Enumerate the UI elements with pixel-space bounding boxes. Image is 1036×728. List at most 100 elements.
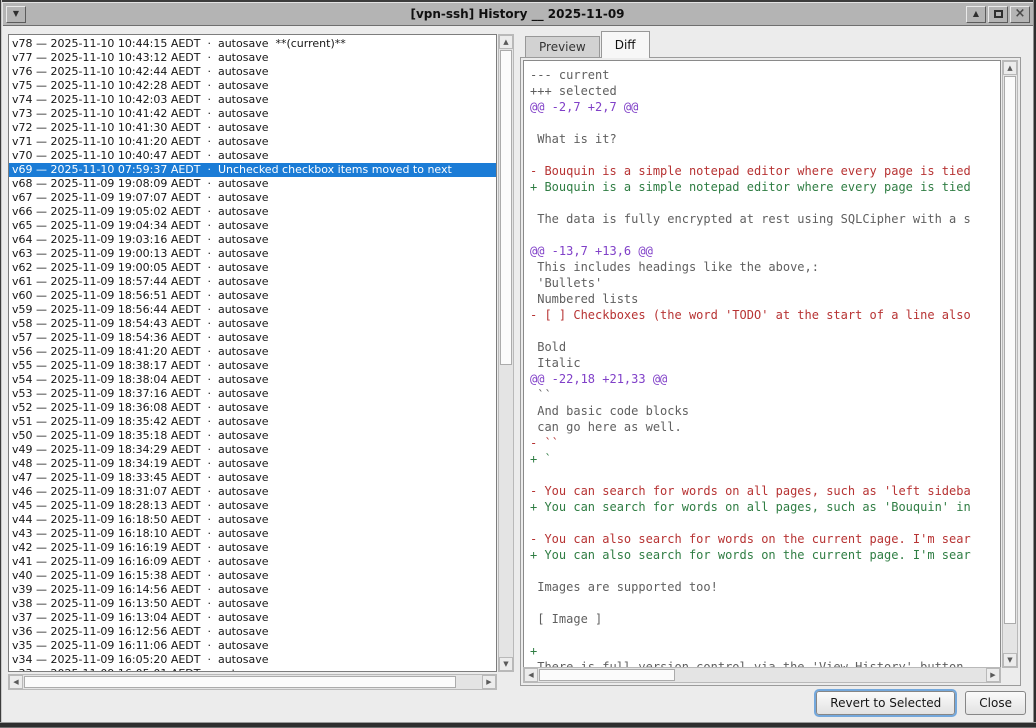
list-item[interactable]: v53 — 2025-11-09 18:37:16 AEDT · autosav… [9, 387, 496, 401]
diff-line: 'Bullets' [530, 275, 1000, 291]
history-horizontal-scrollbar[interactable]: ◀ ▶ [8, 674, 497, 690]
diff-line: - [ ] Checkboxes (the word 'TODO' at the… [530, 307, 1000, 323]
diff-line [530, 195, 1000, 211]
list-item[interactable]: v67 — 2025-11-09 19:07:07 AEDT · autosav… [9, 191, 496, 205]
titlebar[interactable]: ▼ [vpn-ssh] History __ 2025-11-09 ▲ × [2, 2, 1033, 26]
diff-line [530, 227, 1000, 243]
diff-line [530, 627, 1000, 643]
scroll-up-button[interactable]: ▲ [1003, 61, 1017, 75]
list-item[interactable]: v64 — 2025-11-09 19:03:16 AEDT · autosav… [9, 233, 496, 247]
list-item[interactable]: v61 — 2025-11-09 18:57:44 AEDT · autosav… [9, 275, 496, 289]
scroll-down-button[interactable]: ▼ [1003, 653, 1017, 667]
list-item[interactable]: v34 — 2025-11-09 16:05:20 AEDT · autosav… [9, 653, 496, 667]
window-menu-icon: ▼ [13, 10, 19, 18]
window-maximize-button[interactable] [988, 6, 1008, 23]
list-item[interactable]: v77 — 2025-11-10 10:43:12 AEDT · autosav… [9, 51, 496, 65]
diff-line: + ` [530, 451, 1000, 467]
window-frame-bottom [0, 722, 1036, 728]
diff-line: @@ -2,7 +2,7 @@ [530, 99, 1000, 115]
list-item[interactable]: v44 — 2025-11-09 16:18:50 AEDT · autosav… [9, 513, 496, 527]
window-maximize-icon [994, 10, 1003, 18]
arrow-right-icon: ▶ [486, 679, 491, 686]
list-item[interactable]: v65 — 2025-11-09 19:04:34 AEDT · autosav… [9, 219, 496, 233]
diff-text[interactable]: --- current+++ selected@@ -2,7 +2,7 @@ W… [523, 60, 1001, 668]
tab-diff[interactable]: Diff [601, 31, 650, 58]
list-item[interactable]: v54 — 2025-11-09 18:38:04 AEDT · autosav… [9, 373, 496, 387]
list-item[interactable]: v58 — 2025-11-09 18:54:43 AEDT · autosav… [9, 317, 496, 331]
version-listbox[interactable]: v78 — 2025-11-10 10:44:15 AEDT · autosav… [8, 34, 497, 672]
list-item[interactable]: v42 — 2025-11-09 16:16:19 AEDT · autosav… [9, 541, 496, 555]
scroll-right-button[interactable]: ▶ [986, 668, 1000, 682]
list-item[interactable]: v40 — 2025-11-09 16:15:38 AEDT · autosav… [9, 569, 496, 583]
list-item[interactable]: v63 — 2025-11-09 19:00:13 AEDT · autosav… [9, 247, 496, 261]
diff-line: The data is fully encrypted at rest usin… [530, 211, 1000, 227]
list-item[interactable]: v50 — 2025-11-09 18:35:18 AEDT · autosav… [9, 429, 496, 443]
list-item[interactable]: v33 — 2025-11-09 16:05:01 AEDT · autosav… [9, 667, 496, 672]
diff-vertical-scrollbar[interactable]: ▲ ▼ [1002, 60, 1018, 668]
diff-line: @@ -13,7 +13,6 @@ [530, 243, 1000, 259]
list-item[interactable]: v51 — 2025-11-09 18:35:42 AEDT · autosav… [9, 415, 496, 429]
list-item[interactable]: v39 — 2025-11-09 16:14:56 AEDT · autosav… [9, 583, 496, 597]
list-item[interactable]: v68 — 2025-11-09 19:08:09 AEDT · autosav… [9, 177, 496, 191]
scroll-right-button[interactable]: ▶ [482, 675, 496, 689]
window-close-button[interactable]: × [1010, 6, 1030, 23]
list-item[interactable]: v60 — 2025-11-09 18:56:51 AEDT · autosav… [9, 289, 496, 303]
window-frame-left [0, 0, 2, 728]
window-close-icon: × [1015, 7, 1026, 20]
list-item[interactable]: v78 — 2025-11-10 10:44:15 AEDT · autosav… [9, 37, 496, 51]
list-item[interactable]: v52 — 2025-11-09 18:36:08 AEDT · autosav… [9, 401, 496, 415]
scroll-down-button[interactable]: ▼ [499, 657, 513, 671]
list-item[interactable]: v47 — 2025-11-09 18:33:45 AEDT · autosav… [9, 471, 496, 485]
list-item[interactable]: v72 — 2025-11-10 10:41:30 AEDT · autosav… [9, 121, 496, 135]
arrow-down-icon: ▼ [1007, 657, 1012, 664]
diff-hscroll-thumb[interactable] [539, 669, 675, 681]
diff-vscroll-thumb[interactable] [1004, 76, 1016, 624]
list-item[interactable]: v66 — 2025-11-09 19:05:02 AEDT · autosav… [9, 205, 496, 219]
history-hscroll-thumb[interactable] [24, 676, 456, 688]
list-item[interactable]: v37 — 2025-11-09 16:13:04 AEDT · autosav… [9, 611, 496, 625]
list-item[interactable]: v62 — 2025-11-09 19:00:05 AEDT · autosav… [9, 261, 496, 275]
list-item[interactable]: v55 — 2025-11-09 18:38:17 AEDT · autosav… [9, 359, 496, 373]
list-item[interactable]: v59 — 2025-11-09 18:56:44 AEDT · autosav… [9, 303, 496, 317]
window-shade-button[interactable]: ▲ [966, 6, 986, 23]
list-item[interactable]: v35 — 2025-11-09 16:11:06 AEDT · autosav… [9, 639, 496, 653]
diff-line: - You can also search for words on the c… [530, 531, 1000, 547]
list-item[interactable]: v70 — 2025-11-10 10:40:47 AEDT · autosav… [9, 149, 496, 163]
scroll-left-button[interactable]: ◀ [524, 668, 538, 682]
list-item[interactable]: v38 — 2025-11-09 16:13:50 AEDT · autosav… [9, 597, 496, 611]
diff-line: @@ -22,18 +21,33 @@ [530, 371, 1000, 387]
arrow-up-icon: ▲ [1007, 65, 1012, 72]
app-window: ▼ [vpn-ssh] History __ 2025-11-09 ▲ × v7… [0, 0, 1036, 728]
revert-to-selected-button[interactable]: Revert to Selected [816, 691, 955, 715]
list-item[interactable]: v43 — 2025-11-09 16:18:10 AEDT · autosav… [9, 527, 496, 541]
list-item[interactable]: v57 — 2025-11-09 18:54:36 AEDT · autosav… [9, 331, 496, 345]
arrow-right-icon: ▶ [990, 672, 995, 679]
diff-line: Italic [530, 355, 1000, 371]
tab-preview[interactable]: Preview [525, 36, 600, 58]
list-item[interactable]: v56 — 2025-11-09 18:41:20 AEDT · autosav… [9, 345, 496, 359]
scroll-up-button[interactable]: ▲ [499, 35, 513, 49]
list-item[interactable]: v48 — 2025-11-09 18:34:19 AEDT · autosav… [9, 457, 496, 471]
list-item[interactable]: v75 — 2025-11-10 10:42:28 AEDT · autosav… [9, 79, 496, 93]
diff-line: can go here as well. [530, 419, 1000, 435]
history-vscroll-thumb[interactable] [500, 50, 512, 365]
window-shade-icon: ▲ [973, 10, 979, 18]
list-item[interactable]: v73 — 2025-11-10 10:41:42 AEDT · autosav… [9, 107, 496, 121]
diff-line: +++ selected [530, 83, 1000, 99]
diff-horizontal-scrollbar[interactable]: ◀ ▶ [523, 667, 1001, 683]
history-vertical-scrollbar[interactable]: ▲ ▼ [498, 34, 514, 672]
list-item[interactable]: v49 — 2025-11-09 18:34:29 AEDT · autosav… [9, 443, 496, 457]
list-item[interactable]: v71 — 2025-11-10 10:41:20 AEDT · autosav… [9, 135, 496, 149]
list-item[interactable]: v74 — 2025-11-10 10:42:03 AEDT · autosav… [9, 93, 496, 107]
close-button[interactable]: Close [965, 691, 1026, 715]
scroll-left-button[interactable]: ◀ [9, 675, 23, 689]
list-item[interactable]: v45 — 2025-11-09 18:28:13 AEDT · autosav… [9, 499, 496, 513]
list-item[interactable]: v46 — 2025-11-09 18:31:07 AEDT · autosav… [9, 485, 496, 499]
diff-line [530, 595, 1000, 611]
list-item[interactable]: v76 — 2025-11-10 10:42:44 AEDT · autosav… [9, 65, 496, 79]
list-item[interactable]: v41 — 2025-11-09 16:16:09 AEDT · autosav… [9, 555, 496, 569]
diff-line: + [530, 643, 1000, 659]
window-menu-button[interactable]: ▼ [6, 6, 26, 23]
list-item[interactable]: v36 — 2025-11-09 16:12:56 AEDT · autosav… [9, 625, 496, 639]
list-item[interactable]: v69 — 2025-11-10 07:59:37 AEDT · Uncheck… [9, 163, 496, 177]
